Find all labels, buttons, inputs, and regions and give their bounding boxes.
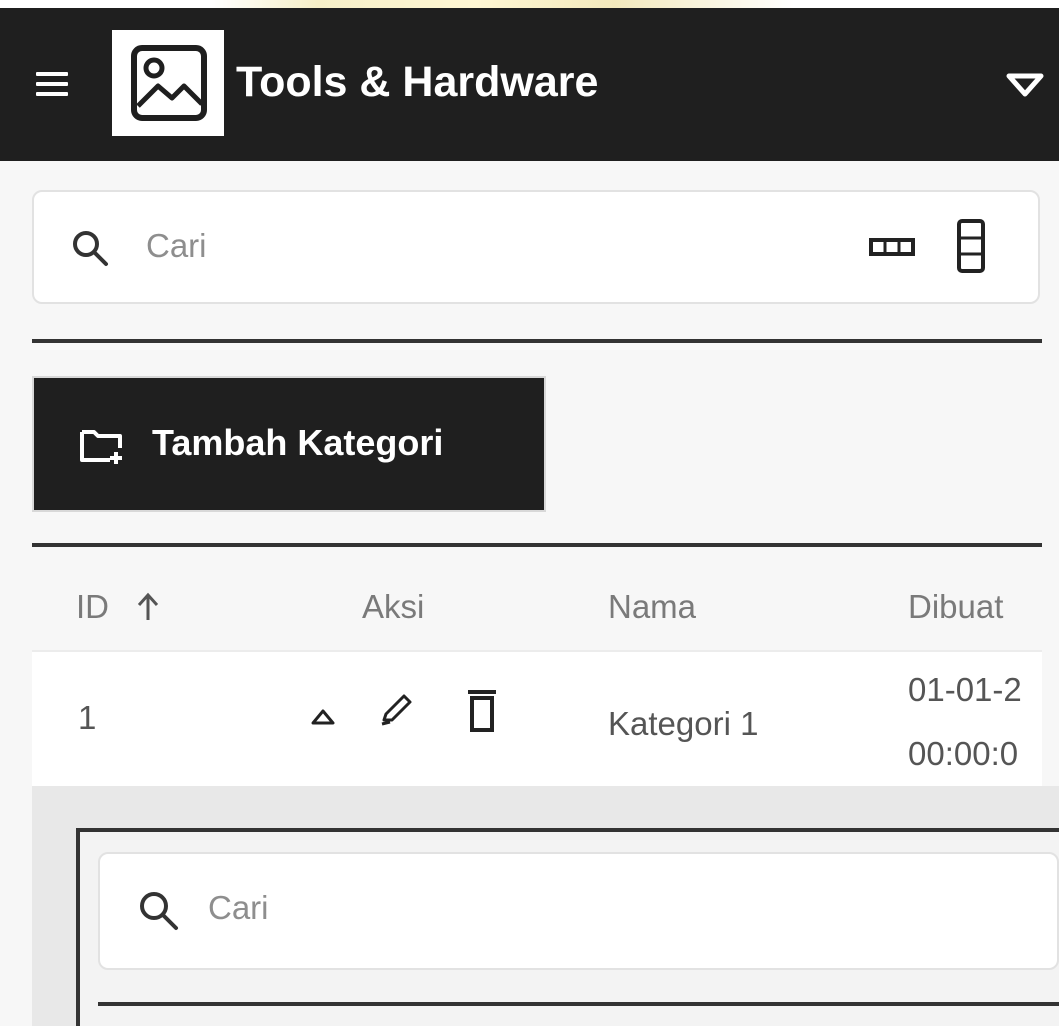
image-placeholder-icon — [131, 45, 207, 121]
delete-icon[interactable] — [466, 686, 498, 734]
row-id: 1 — [78, 699, 97, 736]
search-icon — [136, 888, 180, 932]
columns-icon[interactable] — [956, 218, 986, 274]
density-icon[interactable] — [868, 232, 916, 262]
column-header-aksi: Aksi — [362, 588, 425, 625]
hamburger-icon[interactable] — [36, 72, 68, 96]
search-input[interactable]: Cari — [146, 224, 207, 268]
column-header-nama[interactable]: Nama — [608, 582, 696, 632]
folder-add-icon — [78, 424, 126, 466]
search-icon — [70, 228, 110, 268]
column-header-id[interactable]: ID — [76, 582, 109, 632]
row-created-date: 01-01-2 — [908, 671, 1022, 708]
row-created-time: 00:00:0 — [908, 735, 1019, 772]
table-row — [32, 652, 1042, 786]
section-divider — [32, 339, 1042, 343]
app-logo — [112, 30, 224, 136]
edit-icon[interactable] — [378, 690, 416, 728]
top-decorative-strip — [0, 0, 1059, 8]
sort-ascending-icon[interactable] — [136, 590, 160, 624]
caret-down-icon[interactable] — [1005, 70, 1045, 100]
column-header-dibuat[interactable]: Dibuat — [908, 582, 1003, 632]
add-category-label: Tambah Kategori — [152, 422, 444, 463]
nested-search-input[interactable]: Cari — [208, 884, 269, 932]
collapse-icon[interactable] — [310, 708, 336, 726]
nested-divider — [98, 1002, 1059, 1006]
section-divider — [32, 543, 1042, 547]
app-title: Tools & Hardware — [236, 58, 599, 106]
row-name: Kategori 1 — [608, 705, 759, 742]
